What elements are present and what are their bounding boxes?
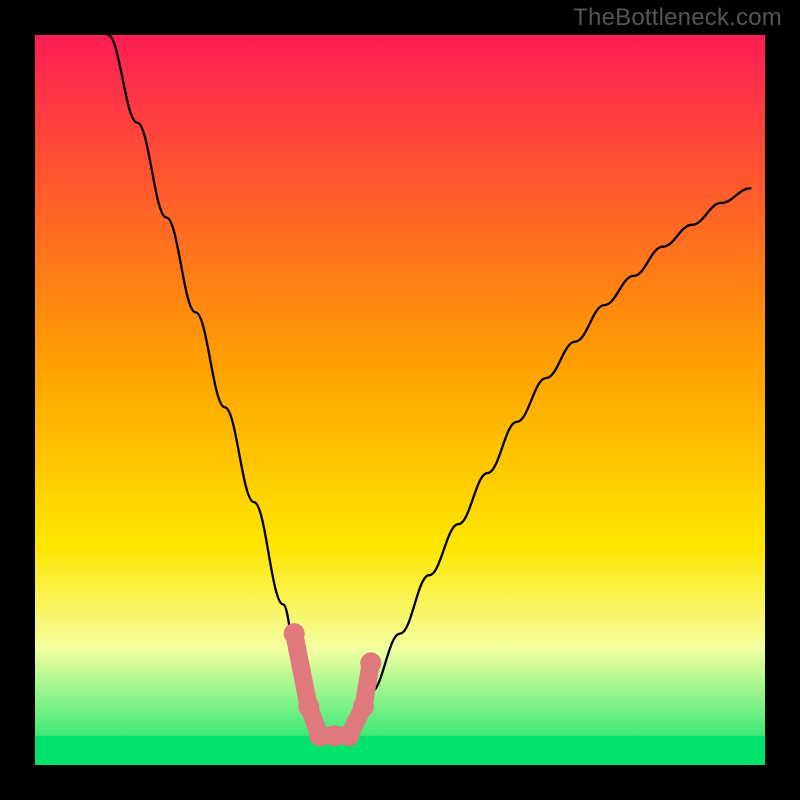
sweet-spot-dot (284, 623, 305, 644)
chart-frame: TheBottleneck.com (0, 0, 800, 800)
sweet-spot-dot (338, 725, 359, 746)
gradient-background (35, 35, 765, 765)
green-band (35, 736, 765, 765)
watermark-text: TheBottleneck.com (573, 4, 782, 32)
sweet-spot-dot (298, 696, 319, 717)
sweet-spot-dot (353, 696, 374, 717)
sweet-spot-dot (360, 652, 381, 673)
plot-area (35, 35, 765, 765)
bottleneck-chart (35, 35, 765, 765)
